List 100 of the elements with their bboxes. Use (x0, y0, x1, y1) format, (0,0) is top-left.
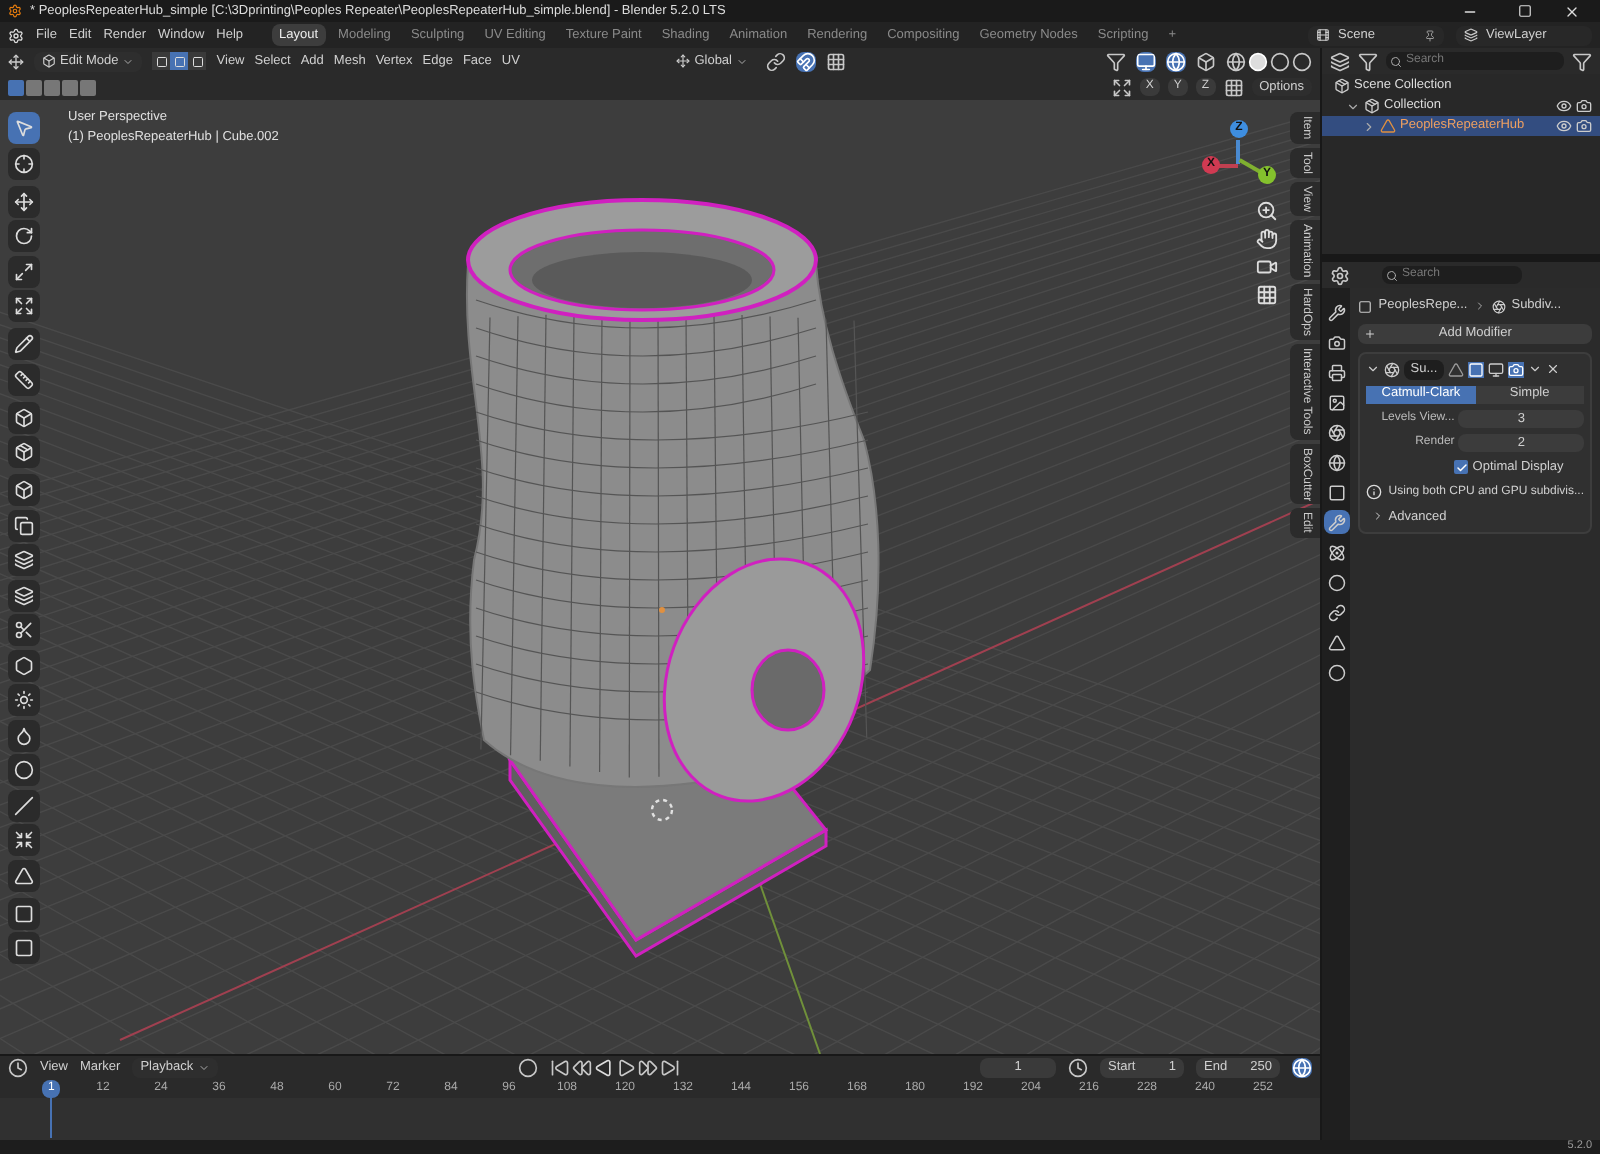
caret-icon (122, 55, 135, 67)
properties-tab[interactable] (1323, 600, 1350, 624)
tool-button[interactable] (8, 290, 40, 322)
crosshair-icon (14, 153, 34, 173)
hand-icon (1256, 228, 1278, 250)
rotate-icon (14, 226, 34, 246)
world-icon (1327, 453, 1346, 471)
tool-button[interactable] (8, 436, 40, 468)
filter-icon (1572, 51, 1592, 71)
tool-button[interactable] (8, 509, 40, 541)
caret-icon (197, 1062, 210, 1074)
search-icon (1390, 55, 1402, 67)
origin-dot (659, 607, 665, 613)
knife-icon (14, 620, 34, 640)
pointer-icon (14, 118, 34, 138)
tool-button[interactable] (8, 328, 40, 360)
play-icon (615, 1058, 636, 1078)
properties-tab[interactable] (1323, 330, 1350, 354)
play-reverse-icon (593, 1058, 614, 1078)
snap-icon (796, 51, 816, 71)
info-icon (1366, 484, 1383, 500)
cube-icon (14, 480, 34, 500)
tool-button[interactable] (8, 824, 40, 856)
tool-button[interactable] (8, 363, 40, 395)
tool-button[interactable] (8, 649, 40, 681)
chevron-icon[interactable] (1366, 362, 1381, 377)
select-mode-button[interactable] (170, 52, 189, 70)
zoom-icon (1256, 200, 1278, 222)
square-icon (173, 55, 186, 67)
wrench-icon (1327, 513, 1346, 531)
properties-tab[interactable] (1323, 510, 1350, 534)
tool-button[interactable] (8, 614, 40, 646)
cube-icon (14, 442, 34, 462)
eye-icon (1556, 118, 1572, 134)
camera-icon (1576, 118, 1592, 134)
caret-icon (736, 55, 748, 67)
chevron-icon (1473, 300, 1486, 312)
tool-button[interactable] (8, 401, 40, 433)
mirror-icon (1111, 77, 1132, 97)
properties-tab[interactable] (1323, 660, 1350, 684)
check-icon (1455, 461, 1468, 474)
tool-button[interactable] (8, 544, 40, 576)
move-icon (14, 191, 34, 211)
stopwatch-icon (1068, 1058, 1088, 1078)
camera-icon (1576, 98, 1592, 114)
tool-button[interactable] (8, 255, 40, 287)
caret-icon (1528, 362, 1543, 377)
scale-icon (14, 261, 34, 281)
properties-tab[interactable] (1323, 420, 1350, 444)
tool-button[interactable] (8, 185, 40, 217)
properties-tab[interactable] (1323, 570, 1350, 594)
tool-button[interactable] (8, 789, 40, 821)
camera-icon (1256, 256, 1278, 278)
filter-icon (1106, 51, 1126, 71)
ruler-icon (14, 369, 34, 389)
polygon-icon (14, 655, 34, 675)
select-mode-button[interactable] (188, 52, 207, 70)
maximize-icon (1518, 4, 1532, 18)
properties-tab[interactable] (1323, 300, 1350, 324)
grid-icon (826, 51, 846, 71)
checkbox[interactable] (1454, 460, 1469, 475)
solid-shading-icon (1248, 51, 1268, 71)
tool-button[interactable] (8, 932, 40, 964)
layers-icon (1464, 28, 1478, 42)
tool-button[interactable] (8, 684, 40, 716)
tool-button[interactable] (8, 719, 40, 751)
jump-start-icon (549, 1058, 570, 1078)
search-icon (1386, 269, 1398, 281)
pin-icon (1424, 29, 1436, 41)
tool-button[interactable] (8, 147, 40, 179)
shrink-icon (14, 830, 34, 850)
keyframe-back-icon (571, 1058, 592, 1078)
jump-end-icon (659, 1058, 680, 1078)
square-icon (191, 55, 204, 67)
square-icon (155, 55, 168, 67)
tool-button[interactable] (8, 859, 40, 891)
properties-tab[interactable] (1323, 630, 1350, 654)
grid-icon (1223, 77, 1244, 97)
close-icon (1564, 3, 1580, 19)
tool-button[interactable] (8, 112, 40, 144)
cube-icon (14, 407, 34, 427)
properties-tab[interactable] (1323, 450, 1350, 474)
tool-button[interactable] (8, 579, 40, 611)
tool-button[interactable] (8, 474, 40, 506)
pencil-icon (14, 334, 34, 354)
record-icon (517, 1058, 538, 1078)
grid-icon (1256, 284, 1278, 306)
tool-button[interactable] (8, 754, 40, 786)
3d-cursor-icon (650, 798, 674, 822)
cube-icon (42, 54, 56, 68)
select-mode-button[interactable] (152, 52, 171, 70)
keyframe-forward-icon (637, 1058, 658, 1078)
viewport-icon (1488, 361, 1505, 378)
particles-icon (1327, 543, 1346, 561)
properties-tab[interactable] (1323, 360, 1350, 384)
tool-button[interactable] (8, 897, 40, 929)
eye-icon (1556, 98, 1572, 114)
plus-icon (1364, 328, 1377, 340)
delete-icon (1546, 362, 1561, 377)
tool-button[interactable] (8, 220, 40, 252)
